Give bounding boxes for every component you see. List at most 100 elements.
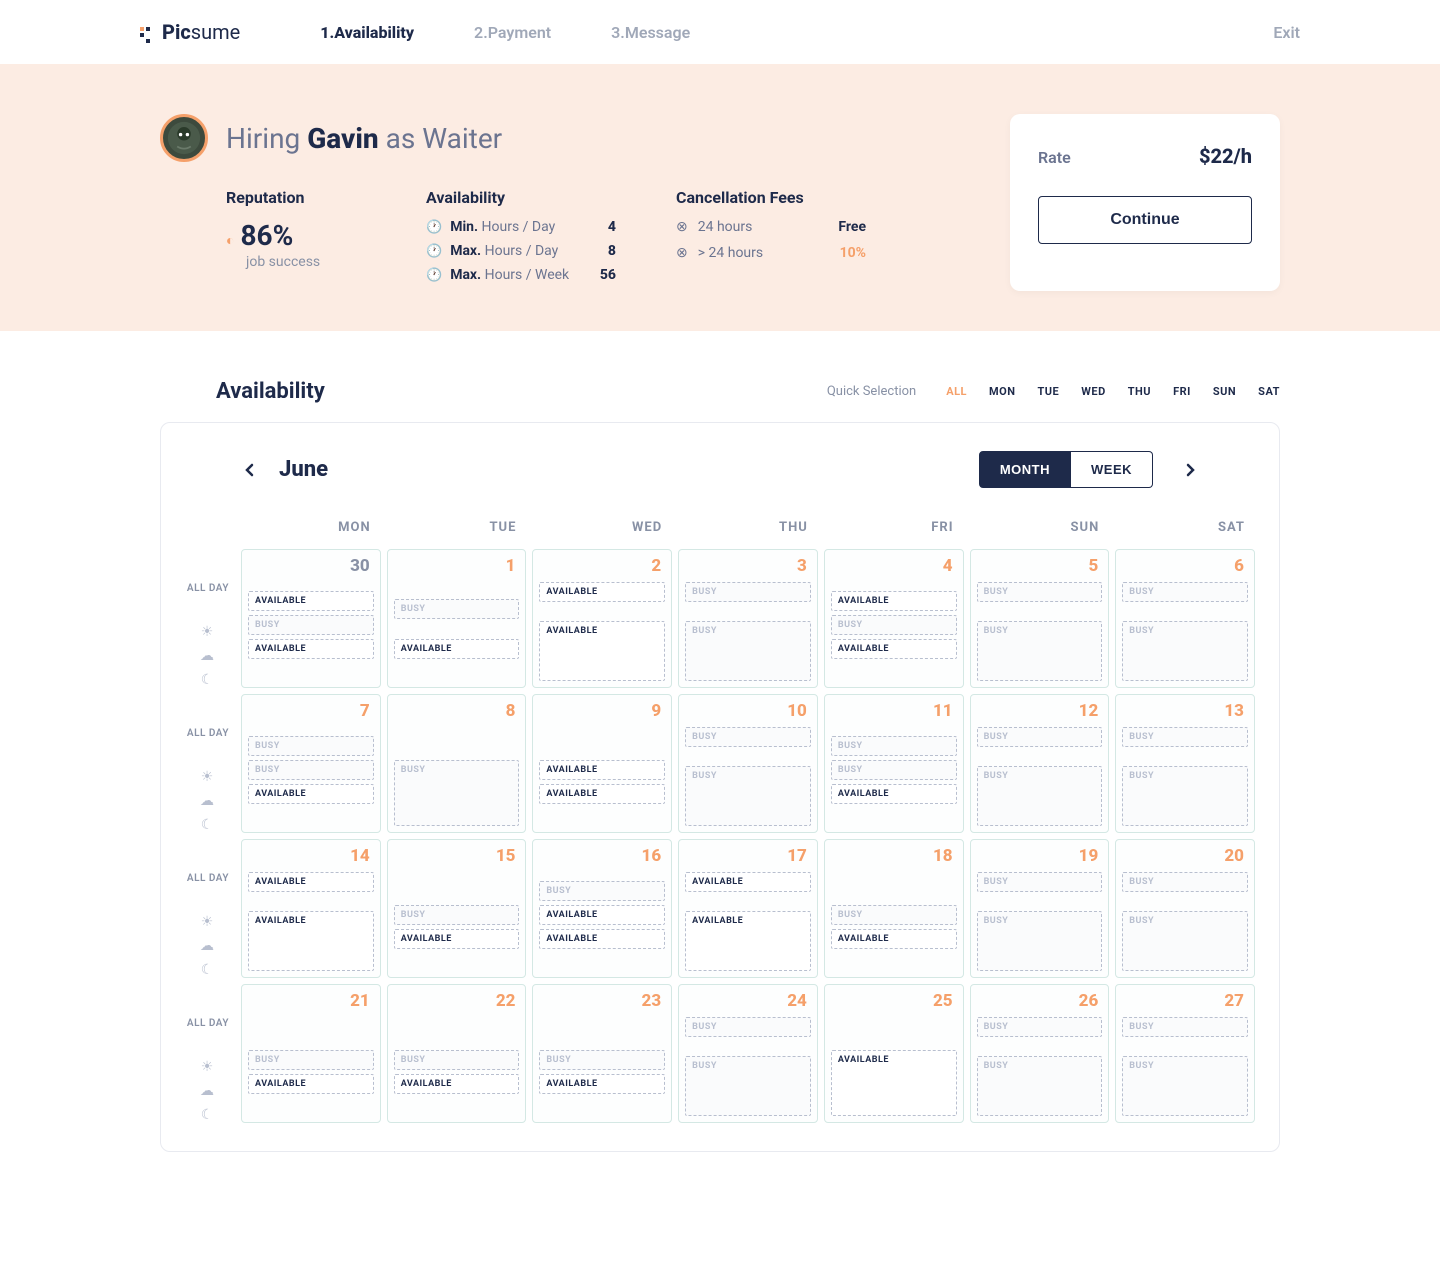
slot-busy[interactable]: BUSY (248, 615, 374, 635)
slot-busy[interactable]: BUSY (685, 1056, 811, 1116)
slot-avail[interactable]: AVAILABLE (248, 911, 374, 971)
slot-busy[interactable]: BUSY (248, 1050, 374, 1070)
day-cell-30[interactable]: 30AVAILABLEBUSYAVAILABLE (241, 549, 381, 688)
day-cell-6[interactable]: 6BUSYBUSY (1115, 549, 1255, 688)
day-cell-2[interactable]: 2AVAILABLEAVAILABLE (532, 549, 672, 688)
day-cell-3[interactable]: 3BUSYBUSY (678, 549, 818, 688)
slot-avail[interactable]: AVAILABLE (539, 621, 665, 681)
prev-month-button[interactable] (235, 454, 265, 486)
slot-busy[interactable]: BUSY (977, 621, 1103, 681)
slot-busy[interactable]: BUSY (1122, 1017, 1248, 1037)
day-cell-4[interactable]: 4AVAILABLEBUSYAVAILABLE (824, 549, 964, 688)
day-cell-24[interactable]: 24BUSYBUSY (678, 984, 818, 1123)
view-week-button[interactable]: WEEK (1071, 451, 1153, 488)
day-cell-5[interactable]: 5BUSYBUSY (970, 549, 1110, 688)
day-cell-25[interactable]: 25AVAILABLE (824, 984, 964, 1123)
slot-busy[interactable]: BUSY (977, 727, 1103, 747)
slot-avail[interactable]: AVAILABLE (685, 911, 811, 971)
slot-busy[interactable]: BUSY (1122, 1056, 1248, 1116)
slot-avail[interactable]: AVAILABLE (831, 1050, 957, 1116)
slot-avail[interactable]: AVAILABLE (539, 905, 665, 925)
slot-avail[interactable]: AVAILABLE (831, 784, 957, 804)
day-cell-8[interactable]: 8BUSY (387, 694, 527, 833)
day-cell-22[interactable]: 22BUSYAVAILABLE (387, 984, 527, 1123)
exit-link[interactable]: Exit (1273, 23, 1300, 42)
quick-day-sat[interactable]: SAT (1258, 385, 1280, 398)
slot-busy[interactable]: BUSY (977, 582, 1103, 602)
slot-busy[interactable]: BUSY (831, 615, 957, 635)
slot-busy[interactable]: BUSY (248, 760, 374, 780)
slot-avail[interactable]: AVAILABLE (248, 639, 374, 659)
day-cell-19[interactable]: 19BUSYBUSY (970, 839, 1110, 978)
quick-day-mon[interactable]: MON (989, 385, 1015, 398)
slot-busy[interactable]: BUSY (685, 1017, 811, 1037)
day-cell-26[interactable]: 26BUSYBUSY (970, 984, 1110, 1123)
slot-avail[interactable]: AVAILABLE (248, 784, 374, 804)
slot-avail[interactable]: AVAILABLE (539, 1074, 665, 1094)
slot-busy[interactable]: BUSY (394, 1050, 520, 1070)
day-cell-14[interactable]: 14AVAILABLEAVAILABLE (241, 839, 381, 978)
step-0[interactable]: 1.Availability (320, 23, 414, 42)
day-cell-20[interactable]: 20BUSYBUSY (1115, 839, 1255, 978)
slot-busy[interactable]: BUSY (977, 766, 1103, 826)
day-cell-27[interactable]: 27BUSYBUSY (1115, 984, 1255, 1123)
slot-avail[interactable]: AVAILABLE (394, 929, 520, 949)
slot-busy[interactable]: BUSY (685, 621, 811, 681)
slot-avail[interactable]: AVAILABLE (248, 1074, 374, 1094)
quick-day-thu[interactable]: THU (1128, 385, 1151, 398)
quick-day-all[interactable]: ALL (946, 385, 967, 398)
day-cell-18[interactable]: 18BUSYAVAILABLE (824, 839, 964, 978)
slot-busy[interactable]: BUSY (977, 1017, 1103, 1037)
slot-busy[interactable]: BUSY (1122, 621, 1248, 681)
slot-busy[interactable]: BUSY (394, 905, 520, 925)
slot-avail[interactable]: AVAILABLE (539, 929, 665, 949)
slot-avail[interactable]: AVAILABLE (248, 872, 374, 892)
continue-button[interactable]: Continue (1038, 196, 1252, 244)
day-cell-1[interactable]: 1BUSYAVAILABLE (387, 549, 527, 688)
slot-busy[interactable]: BUSY (685, 766, 811, 826)
slot-busy[interactable]: BUSY (685, 727, 811, 747)
slot-busy[interactable]: BUSY (1122, 582, 1248, 602)
slot-avail[interactable]: AVAILABLE (539, 582, 665, 602)
slot-busy[interactable]: BUSY (394, 760, 520, 826)
view-month-button[interactable]: MONTH (979, 451, 1071, 488)
slot-busy[interactable]: BUSY (1122, 911, 1248, 971)
slot-avail[interactable]: AVAILABLE (394, 1074, 520, 1094)
slot-busy[interactable]: BUSY (1122, 727, 1248, 747)
day-cell-13[interactable]: 13BUSYBUSY (1115, 694, 1255, 833)
slot-busy[interactable]: BUSY (539, 1050, 665, 1070)
day-cell-23[interactable]: 23BUSYAVAILABLE (532, 984, 672, 1123)
quick-day-tue[interactable]: TUE (1037, 385, 1059, 398)
day-cell-12[interactable]: 12BUSYBUSY (970, 694, 1110, 833)
slot-busy[interactable]: BUSY (977, 872, 1103, 892)
slot-busy[interactable]: BUSY (685, 582, 811, 602)
day-cell-10[interactable]: 10BUSYBUSY (678, 694, 818, 833)
day-cell-15[interactable]: 15BUSYAVAILABLE (387, 839, 527, 978)
slot-avail[interactable]: AVAILABLE (831, 929, 957, 949)
slot-busy[interactable]: BUSY (1122, 872, 1248, 892)
slot-busy[interactable]: BUSY (977, 1056, 1103, 1116)
slot-busy[interactable]: BUSY (831, 760, 957, 780)
slot-busy[interactable]: BUSY (1122, 766, 1248, 826)
slot-avail[interactable]: AVAILABLE (539, 760, 665, 780)
quick-day-sun[interactable]: SUN (1213, 385, 1236, 398)
slot-busy[interactable]: BUSY (539, 881, 665, 901)
slot-avail[interactable]: AVAILABLE (685, 872, 811, 892)
day-cell-9[interactable]: 9AVAILABLEAVAILABLE (532, 694, 672, 833)
day-cell-16[interactable]: 16BUSYAVAILABLEAVAILABLE (532, 839, 672, 978)
logo[interactable]: Picsume (140, 20, 240, 44)
slot-avail[interactable]: AVAILABLE (394, 639, 520, 659)
slot-busy[interactable]: BUSY (977, 911, 1103, 971)
quick-day-wed[interactable]: WED (1081, 385, 1105, 398)
step-2[interactable]: 3.Message (611, 23, 690, 42)
day-cell-11[interactable]: 11BUSYBUSYAVAILABLE (824, 694, 964, 833)
slot-avail[interactable]: AVAILABLE (539, 784, 665, 804)
slot-avail[interactable]: AVAILABLE (248, 591, 374, 611)
slot-busy[interactable]: BUSY (394, 599, 520, 619)
quick-day-fri[interactable]: FRI (1173, 385, 1191, 398)
day-cell-21[interactable]: 21BUSYAVAILABLE (241, 984, 381, 1123)
day-cell-7[interactable]: 7BUSYBUSYAVAILABLE (241, 694, 381, 833)
slot-avail[interactable]: AVAILABLE (831, 591, 957, 611)
slot-busy[interactable]: BUSY (831, 905, 957, 925)
slot-avail[interactable]: AVAILABLE (831, 639, 957, 659)
